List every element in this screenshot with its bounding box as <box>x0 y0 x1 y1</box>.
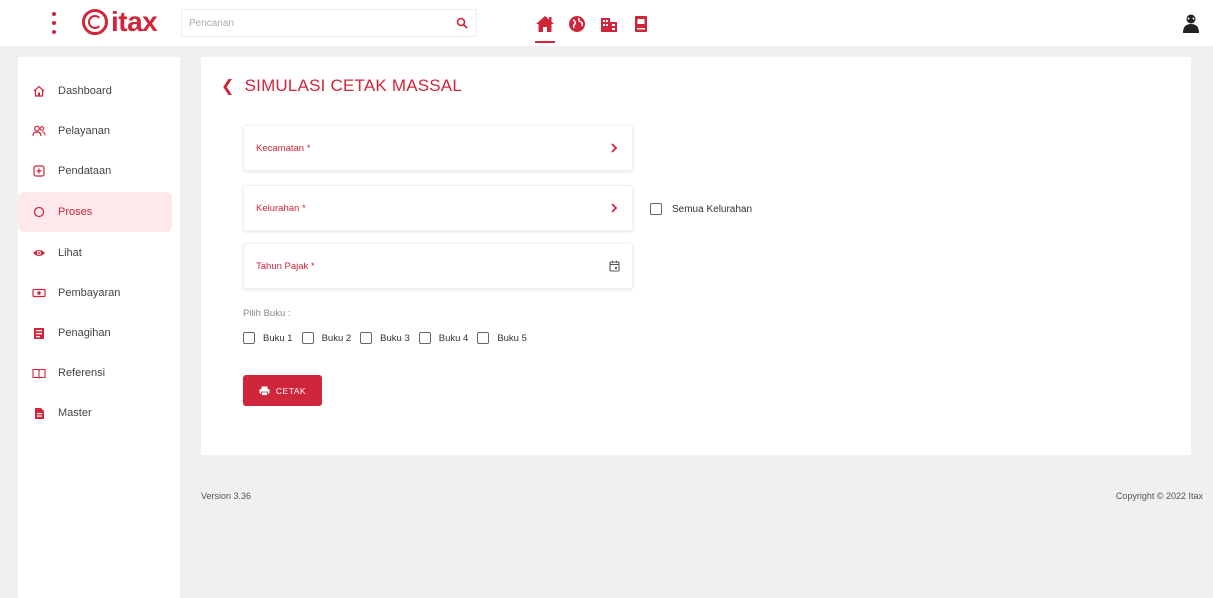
sidebar-item-pelayanan[interactable]: Pelayanan <box>18 111 172 151</box>
kelurahan-field[interactable]: Kelurahan * <box>243 185 633 231</box>
buku-label: Buku 2 <box>321 332 352 344</box>
chevron-right-icon <box>608 142 620 154</box>
buku-label: Buku 3 <box>380 332 410 344</box>
buku-label: Buku 1 <box>263 332 293 344</box>
buku-options: Buku 1 Buku 2 Buku 3 Buku 4 Buku 5 <box>243 332 536 344</box>
search-icon[interactable] <box>448 9 476 37</box>
kecamatan-field[interactable]: Kecamatan * <box>243 125 633 171</box>
bill-icon <box>32 326 46 340</box>
sidebar-item-dashboard[interactable]: Dashboard <box>18 71 172 111</box>
kecamatan-label: Kecamatan * <box>256 142 311 154</box>
book-open-icon <box>32 366 46 380</box>
sidebar-item-label: Dashboard <box>58 85 112 97</box>
globe-icon[interactable] <box>561 8 593 40</box>
users-icon <box>32 124 46 138</box>
sidebar-item-pendataan[interactable]: Pendataan <box>18 151 172 191</box>
sidebar-item-label: Pembayaran <box>58 287 121 299</box>
main-card: ❮ SIMULASI CETAK MASSAL Kecamatan * Kelu… <box>201 57 1191 455</box>
sidebar-item-label: Lihat <box>58 247 82 259</box>
search-bar <box>181 9 477 37</box>
logo-mark <box>82 9 108 35</box>
pilih-buku-label: Pilih Buku : <box>243 308 291 319</box>
sidebar-item-referensi[interactable]: Referensi <box>18 353 172 393</box>
page-title-text: SIMULASI CETAK MASSAL <box>244 76 462 95</box>
version-text: Version 3.36 <box>201 491 252 501</box>
plus-square-icon <box>32 164 46 178</box>
user-avatar-icon[interactable] <box>1180 12 1202 34</box>
buku-checkbox[interactable] <box>418 332 431 344</box>
chevron-left-icon[interactable]: ❮ <box>221 76 235 96</box>
book-icon[interactable] <box>625 8 657 40</box>
buku-label: Buku 5 <box>497 332 527 344</box>
sidebar-item-proses[interactable]: Proses <box>18 192 172 232</box>
buku-checkbox[interactable] <box>301 332 314 344</box>
file-icon <box>32 406 46 420</box>
buku-option[interactable]: Buku 4 <box>418 332 469 344</box>
tahun-pajak-label: Tahun Pajak * <box>256 260 315 272</box>
home-icon[interactable] <box>529 8 561 43</box>
home-outline-icon <box>32 84 46 98</box>
buku-option[interactable]: Buku 2 <box>301 332 352 344</box>
sidebar-item-penagihan[interactable]: Penagihan <box>18 313 172 353</box>
copyright-text: Copyright © 2022 Itax <box>1115 491 1203 501</box>
semua-kelurahan-option[interactable]: Semua Kelurahan <box>650 203 752 215</box>
sidebar-item-master[interactable]: Master <box>18 393 172 433</box>
sidebar: Dashboard Pelayanan Pendataan Proses Lih… <box>18 57 180 598</box>
sidebar-item-lihat[interactable]: Lihat <box>18 233 172 273</box>
sidebar-item-label: Penagihan <box>58 327 111 339</box>
top-nav <box>529 8 657 43</box>
logo-text: itax <box>111 6 158 37</box>
buku-checkbox[interactable] <box>243 332 255 344</box>
sidebar-item-label: Master <box>58 407 92 419</box>
sidebar-item-label: Pelayanan <box>58 125 110 137</box>
buku-option[interactable]: Buku 3 <box>360 332 410 344</box>
semua-kelurahan-label: Semua Kelurahan <box>672 203 753 215</box>
sidebar-item-pembayaran[interactable]: Pembayaran <box>18 273 172 313</box>
buku-checkbox[interactable] <box>360 332 373 344</box>
semua-kelurahan-checkbox[interactable] <box>650 203 662 215</box>
calendar-icon[interactable] <box>608 260 620 272</box>
sidebar-item-label: Referensi <box>58 367 106 379</box>
search-input[interactable] <box>182 10 448 36</box>
cetak-label: CETAK <box>275 385 307 396</box>
buku-option[interactable]: Buku 1 <box>243 332 293 344</box>
menu-icon[interactable] <box>49 12 59 34</box>
chevron-right-icon <box>608 202 620 214</box>
circle-icon <box>32 205 46 219</box>
buku-checkbox[interactable] <box>477 332 490 344</box>
eye-icon <box>32 246 46 260</box>
sidebar-item-label: Proses <box>58 206 93 218</box>
top-header: itax <box>0 0 1213 46</box>
app-logo[interactable]: itax <box>82 6 158 38</box>
sidebar-item-label: Pendataan <box>58 165 112 177</box>
kelurahan-label: Kelurahan * <box>256 202 306 214</box>
money-icon <box>32 286 46 300</box>
buku-option[interactable]: Buku 5 <box>477 332 527 344</box>
printer-icon <box>259 386 270 396</box>
building-icon[interactable] <box>593 8 625 40</box>
tahun-pajak-field[interactable]: Tahun Pajak * <box>243 243 633 289</box>
page-title[interactable]: ❮ SIMULASI CETAK MASSAL <box>221 76 462 96</box>
cetak-button[interactable]: CETAK <box>243 375 322 406</box>
buku-label: Buku 4 <box>438 332 469 344</box>
